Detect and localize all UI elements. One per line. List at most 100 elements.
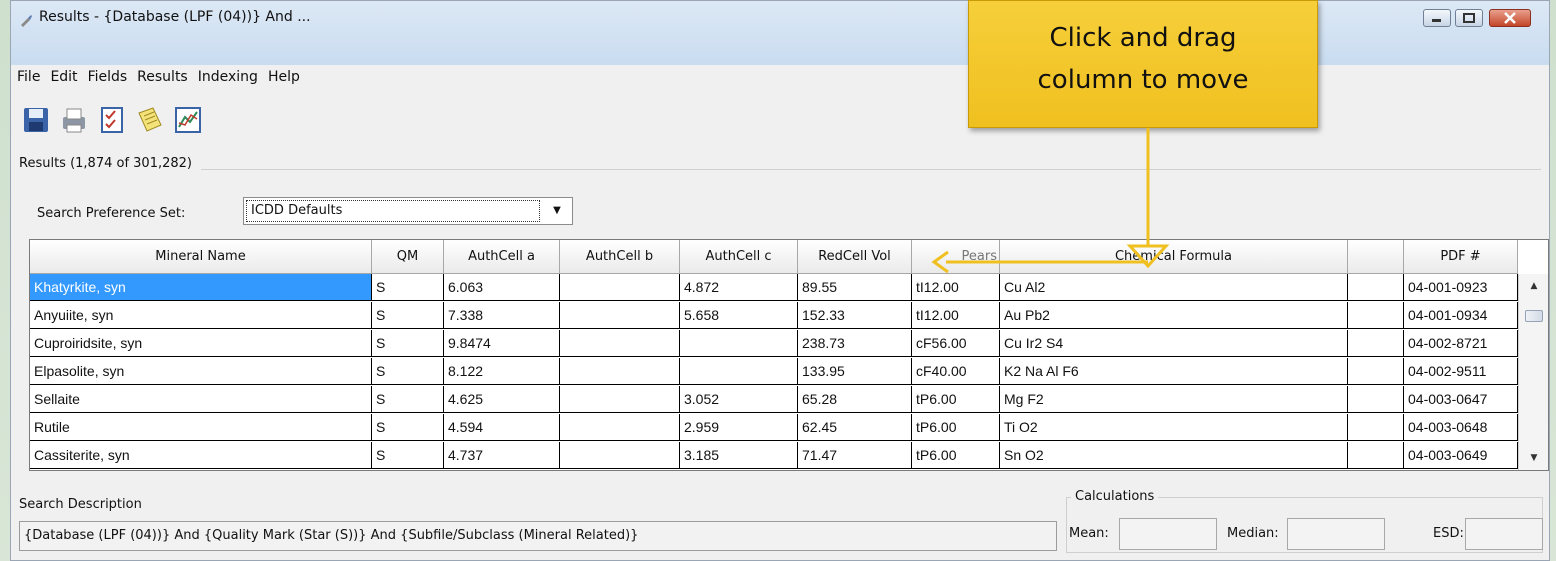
cell-pdf-number[interactable]: 04-002-9511 (1404, 358, 1518, 385)
cell-authcell-a[interactable]: 4.737 (444, 442, 560, 469)
cell-mineral-name[interactable]: Rutile (30, 414, 372, 441)
cell-redcell-vol[interactable]: 133.95 (798, 358, 912, 385)
cell-authcell-c[interactable] (680, 330, 798, 357)
scroll-thumb[interactable] (1525, 310, 1543, 322)
close-button[interactable] (1489, 9, 1531, 27)
cell-authcell-a[interactable]: 7.338 (444, 302, 560, 329)
cell-qm[interactable]: S (372, 302, 444, 329)
cell-authcell-c[interactable] (680, 358, 798, 385)
cell-blank[interactable] (1348, 358, 1404, 385)
cell-chemical-formula[interactable]: Mg F2 (1000, 386, 1348, 413)
notes-icon[interactable] (135, 105, 165, 135)
checklist-icon[interactable] (97, 105, 127, 135)
cell-mineral-name[interactable]: Sellaite (30, 386, 372, 413)
cell-blank[interactable] (1348, 274, 1404, 301)
cell-blank[interactable] (1348, 442, 1404, 469)
cell-blank[interactable] (1348, 302, 1404, 329)
cell-qm[interactable]: S (372, 414, 444, 441)
cell-authcell-a[interactable]: 4.594 (444, 414, 560, 441)
column-header-authcell-b[interactable]: AuthCell b (560, 240, 680, 274)
cell-chemical-formula[interactable]: Cu Al2 (1000, 274, 1348, 301)
column-header-pdf-number[interactable]: PDF # (1404, 240, 1518, 274)
cell-pearson[interactable]: tP6.00 (912, 414, 1000, 441)
cell-blank[interactable] (1348, 414, 1404, 441)
cell-pdf-number[interactable]: 04-002-8721 (1404, 330, 1518, 357)
cell-qm[interactable]: S (372, 386, 444, 413)
cell-authcell-b[interactable] (560, 414, 680, 441)
cell-redcell-vol[interactable]: 238.73 (798, 330, 912, 357)
cell-authcell-b[interactable] (560, 330, 680, 357)
column-header-authcell-a[interactable]: AuthCell a (444, 240, 560, 274)
cell-qm[interactable]: S (372, 274, 444, 301)
cell-blank[interactable] (1348, 386, 1404, 413)
scroll-up-icon[interactable]: ▲ (1519, 276, 1548, 296)
scroll-down-icon[interactable]: ▼ (1519, 448, 1548, 468)
cell-pdf-number[interactable]: 04-003-0647 (1404, 386, 1518, 413)
column-header-redcell-vol[interactable]: RedCell Vol (798, 240, 912, 274)
cell-authcell-a[interactable]: 9.8474 (444, 330, 560, 357)
menu-indexing[interactable]: Indexing (192, 65, 262, 85)
cell-blank[interactable] (1348, 330, 1404, 357)
chart-icon[interactable] (173, 105, 203, 135)
cell-authcell-b[interactable] (560, 302, 680, 329)
cell-mineral-name[interactable]: Anyuiite, syn (30, 302, 372, 329)
dropdown-arrow-icon[interactable]: ▼ (542, 198, 572, 224)
cell-chemical-formula[interactable]: Sn O2 (1000, 442, 1348, 469)
cell-pearson[interactable]: tP6.00 (912, 386, 1000, 413)
cell-pearson[interactable]: tI12.00 (912, 302, 1000, 329)
cell-mineral-name[interactable]: Cassiterite, syn (30, 442, 372, 469)
cell-authcell-b[interactable] (560, 442, 680, 469)
cell-qm[interactable]: S (372, 442, 444, 469)
cell-redcell-vol[interactable]: 65.28 (798, 386, 912, 413)
cell-redcell-vol[interactable]: 71.47 (798, 442, 912, 469)
cell-authcell-b[interactable] (560, 386, 680, 413)
cell-mineral-name[interactable]: Cuproiridsite, syn (30, 330, 372, 357)
cell-chemical-formula[interactable]: K2 Na Al F6 (1000, 358, 1348, 385)
cell-authcell-b[interactable] (560, 274, 680, 301)
cell-pdf-number[interactable]: 04-001-0934 (1404, 302, 1518, 329)
search-pref-select[interactable]: ICDD Defaults ▼ (243, 197, 573, 225)
cell-pdf-number[interactable]: 04-003-0649 (1404, 442, 1518, 469)
vertical-scrollbar[interactable]: ▲ ▼ (1518, 274, 1548, 470)
column-header-pearson[interactable]: Pears (912, 240, 1000, 274)
print-icon[interactable] (59, 105, 89, 135)
cell-qm[interactable]: S (372, 330, 444, 357)
cell-authcell-c[interactable]: 4.872 (680, 274, 798, 301)
cell-authcell-c[interactable]: 3.185 (680, 442, 798, 469)
save-icon[interactable] (21, 105, 51, 135)
cell-authcell-a[interactable]: 8.122 (444, 358, 560, 385)
cell-authcell-a[interactable]: 6.063 (444, 274, 560, 301)
menu-edit[interactable]: Edit (44, 65, 81, 85)
cell-pearson[interactable]: tP6.00 (912, 442, 1000, 469)
cell-authcell-a[interactable]: 4.625 (444, 386, 560, 413)
cell-pearson[interactable]: cF56.00 (912, 330, 1000, 357)
minimize-button[interactable] (1423, 9, 1451, 27)
cell-redcell-vol[interactable]: 89.55 (798, 274, 912, 301)
column-header-qm[interactable]: QM (372, 240, 444, 274)
menu-fields[interactable]: Fields (82, 65, 132, 85)
cell-authcell-c[interactable]: 2.959 (680, 414, 798, 441)
cell-pearson[interactable]: cF40.00 (912, 358, 1000, 385)
cell-authcell-c[interactable]: 5.658 (680, 302, 798, 329)
column-header-chemical-formula[interactable]: Chemical Formula (1000, 240, 1348, 274)
cell-chemical-formula[interactable]: Cu Ir2 S4 (1000, 330, 1348, 357)
cell-mineral-name[interactable]: Elpasolite, syn (30, 358, 372, 385)
column-header-blank[interactable] (1348, 240, 1404, 274)
cell-pdf-number[interactable]: 04-003-0648 (1404, 414, 1518, 441)
cell-pdf-number[interactable]: 04-001-0923 (1404, 274, 1518, 301)
cell-mineral-name[interactable]: Khatyrkite, syn (30, 274, 372, 301)
cell-qm[interactable]: S (372, 358, 444, 385)
menu-results[interactable]: Results (131, 65, 192, 85)
cell-redcell-vol[interactable]: 62.45 (798, 414, 912, 441)
cell-redcell-vol[interactable]: 152.33 (798, 302, 912, 329)
menu-help[interactable]: Help (262, 65, 304, 85)
column-header-authcell-c[interactable]: AuthCell c (680, 240, 798, 274)
cell-chemical-formula[interactable]: Au Pb2 (1000, 302, 1348, 329)
cell-pearson[interactable]: tI12.00 (912, 274, 1000, 301)
cell-authcell-b[interactable] (560, 358, 680, 385)
column-header-mineral-name[interactable]: Mineral Name (30, 240, 372, 274)
menu-file[interactable]: File (11, 65, 44, 85)
cell-chemical-formula[interactable]: Ti O2 (1000, 414, 1348, 441)
maximize-button[interactable] (1455, 9, 1483, 27)
cell-authcell-c[interactable]: 3.052 (680, 386, 798, 413)
